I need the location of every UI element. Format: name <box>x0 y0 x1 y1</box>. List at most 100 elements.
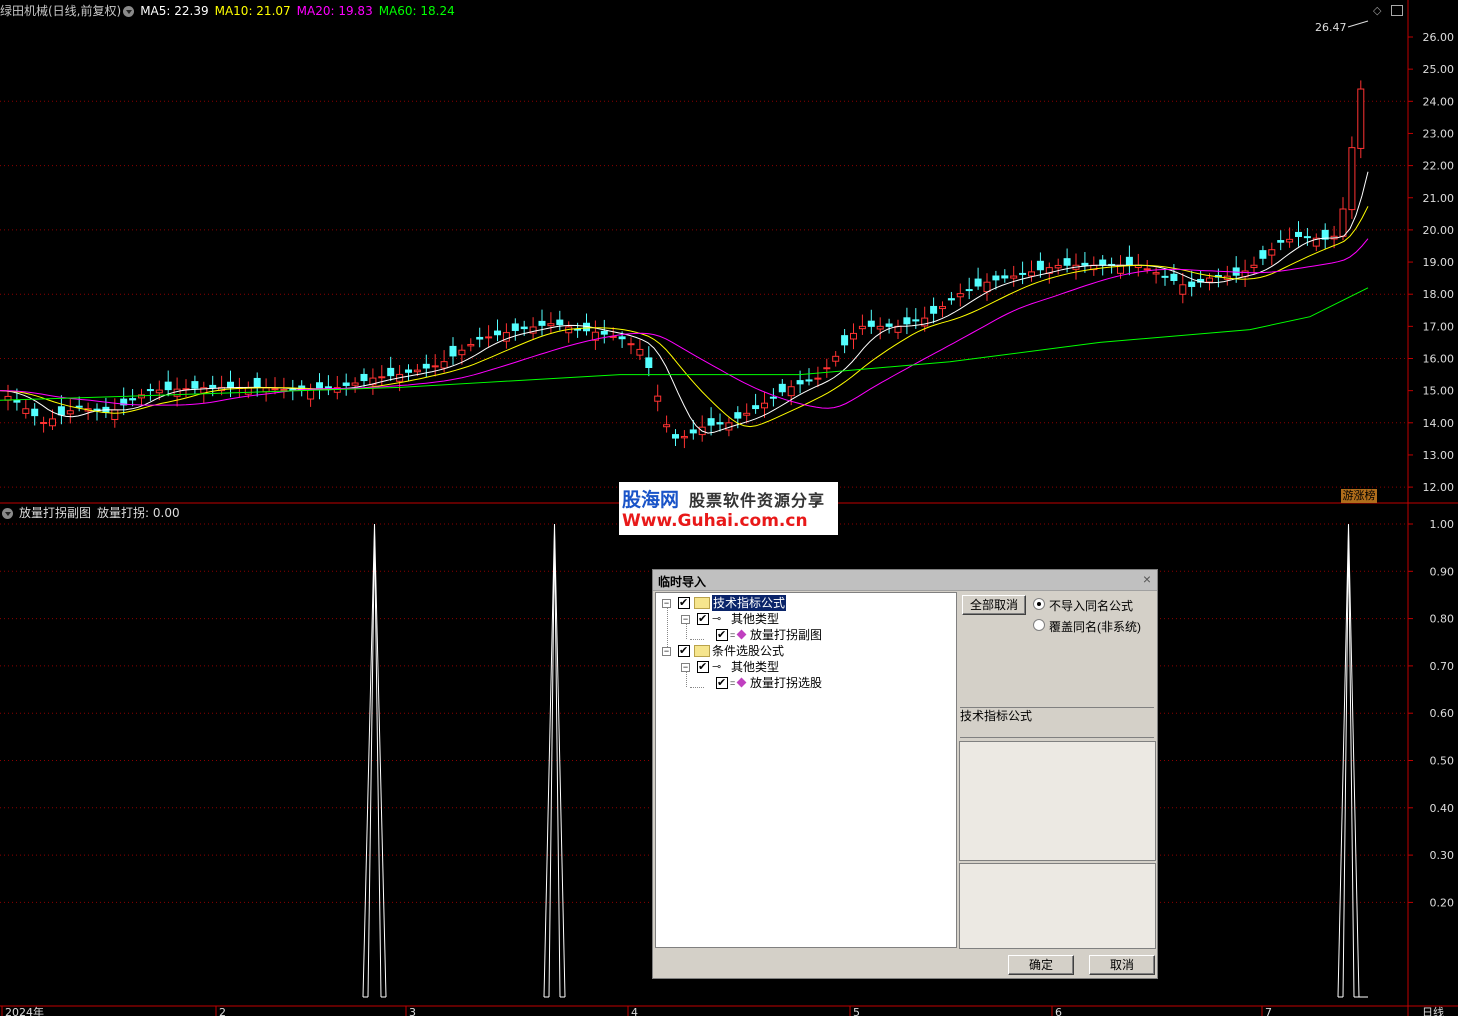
candlestick <box>1143 268 1151 271</box>
candlestick <box>654 395 662 402</box>
dropdown-circle-icon[interactable] <box>2 508 13 519</box>
tree-node-indicator[interactable]: − 技术指标公式 <box>662 595 952 611</box>
checkbox[interactable] <box>716 675 728 691</box>
candlestick <box>22 408 30 414</box>
watermark-logo: 股海网 股票软件资源分享 Www.Guhai.com.cn <box>619 482 838 535</box>
tree-node-other-type[interactable]: − ⊸ 其他类型 <box>681 611 951 627</box>
candlestick <box>752 405 760 410</box>
price-tick-label: 13.00 <box>1423 449 1455 462</box>
candlestick <box>129 398 137 401</box>
candlestick <box>1188 281 1196 287</box>
tree-label: 放量打拐选股 <box>750 676 823 690</box>
window-toggle-icon[interactable] <box>1391 5 1403 16</box>
candlestick <box>787 386 795 397</box>
candlestick <box>324 386 332 389</box>
dialog-titlebar[interactable]: 临时导入 × <box>653 570 1157 591</box>
candlestick <box>992 275 1000 281</box>
candlestick <box>885 323 893 327</box>
ma60-line <box>0 287 1369 401</box>
volume-spike-inner <box>367 533 382 998</box>
collapse-icon[interactable]: − <box>681 615 690 624</box>
tree-node-selection[interactable]: − 条件选股公式 <box>662 643 952 659</box>
volume-spike <box>543 523 566 998</box>
sub-tick-label: 0.60 <box>1430 707 1455 720</box>
candlestick <box>1010 275 1018 279</box>
price-tick-label: 15.00 <box>1423 385 1455 398</box>
checkbox[interactable] <box>697 611 709 627</box>
candlestick <box>405 369 412 373</box>
collapse-icon[interactable]: − <box>681 663 690 672</box>
price-tick-label: 21.00 <box>1423 192 1455 205</box>
candlestick <box>1028 271 1035 277</box>
checkbox[interactable] <box>697 659 709 675</box>
checkbox[interactable] <box>678 595 690 611</box>
candlestick <box>111 409 119 421</box>
dropdown-circle-icon[interactable] <box>123 6 135 17</box>
description-pane[interactable] <box>959 741 1156 861</box>
candlestick <box>378 376 386 379</box>
candlestick <box>49 418 56 427</box>
candlestick <box>360 373 368 382</box>
collapse-icon[interactable]: − <box>662 647 671 656</box>
candlestick <box>75 405 83 408</box>
radio-overwrite[interactable] <box>1033 619 1045 631</box>
key-icon: ⊸ <box>712 661 722 673</box>
xaxis-label: 2 <box>219 1006 226 1016</box>
checkbox[interactable] <box>678 643 690 659</box>
indicator-title: 放量打拐副图 <box>19 506 92 520</box>
peak-arrow <box>1347 20 1369 28</box>
xaxis-label: 6 <box>1055 1006 1062 1016</box>
rank-badge[interactable]: 游涨榜 <box>1341 489 1377 503</box>
candlestick <box>307 389 315 400</box>
candlestick <box>1348 147 1356 211</box>
ma10-value: MA10: 21.07 <box>214 4 291 18</box>
candlestick <box>716 422 724 425</box>
dialog-title: 临时导入 <box>658 575 707 589</box>
category-label: 技术指标公式 <box>960 709 1033 723</box>
collapse-icon[interactable]: − <box>662 599 671 608</box>
candlestick <box>947 298 955 301</box>
radio-skip-label: 不导入同名公式 <box>1049 599 1134 613</box>
price-tick-label: 12.00 <box>1423 481 1455 494</box>
tree-node-leaf[interactable]: = 放量打拐副图 <box>700 627 950 643</box>
close-icon[interactable]: × <box>1140 572 1154 586</box>
candlestick <box>271 388 279 391</box>
price-tick-label: 16.00 <box>1423 353 1455 366</box>
candlestick <box>547 323 555 327</box>
candlestick <box>903 317 911 325</box>
candlestick <box>965 289 973 292</box>
tree-node-other-type[interactable]: − ⊸ 其他类型 <box>681 659 951 675</box>
candlestick <box>983 281 991 293</box>
xaxis-label: 7 <box>1265 1006 1272 1016</box>
candlestick <box>841 335 849 346</box>
candlestick <box>413 369 421 373</box>
radio-skip-duplicate[interactable] <box>1033 598 1045 610</box>
candlestick <box>645 357 653 369</box>
candlestick <box>191 381 199 389</box>
candlestick <box>1125 256 1133 266</box>
ok-button[interactable]: 确定 <box>1008 955 1074 975</box>
candlestick <box>253 377 261 388</box>
diamond-icon[interactable]: ◇ <box>1373 4 1381 17</box>
price-tick-label: 22.00 <box>1423 160 1455 173</box>
ma60-value: MA60: 18.24 <box>378 4 455 18</box>
formula-tree[interactable]: − 技术指标公式 − ⊸ 其他类型 = 放量打拐副图 − 条件选股公式 − ⊸ <box>655 592 957 948</box>
candlestick <box>556 319 564 326</box>
candlestick <box>743 412 751 416</box>
ma5-value: MA5: 22.39 <box>140 4 209 18</box>
cancel-all-button[interactable]: 全部取消 <box>962 595 1026 615</box>
radio-overwrite-label: 覆盖同名(非系统) <box>1049 620 1141 634</box>
peak-price-label: 26.47 <box>1315 21 1347 34</box>
candlestick <box>66 410 74 415</box>
detail-pane[interactable] <box>959 863 1156 949</box>
candlestick <box>1054 264 1062 269</box>
cancel-button[interactable]: 取消 <box>1089 955 1155 975</box>
candlestick <box>1286 238 1294 243</box>
xaxis-label: 5 <box>853 1006 860 1016</box>
checkbox[interactable] <box>716 627 728 643</box>
candlestick <box>476 336 484 340</box>
candlestick <box>467 343 475 347</box>
tree-node-leaf[interactable]: = 放量打拐选股 <box>700 675 950 691</box>
price-tick-label: 20.00 <box>1423 224 1455 237</box>
volume-spike-inner <box>1342 533 1355 998</box>
